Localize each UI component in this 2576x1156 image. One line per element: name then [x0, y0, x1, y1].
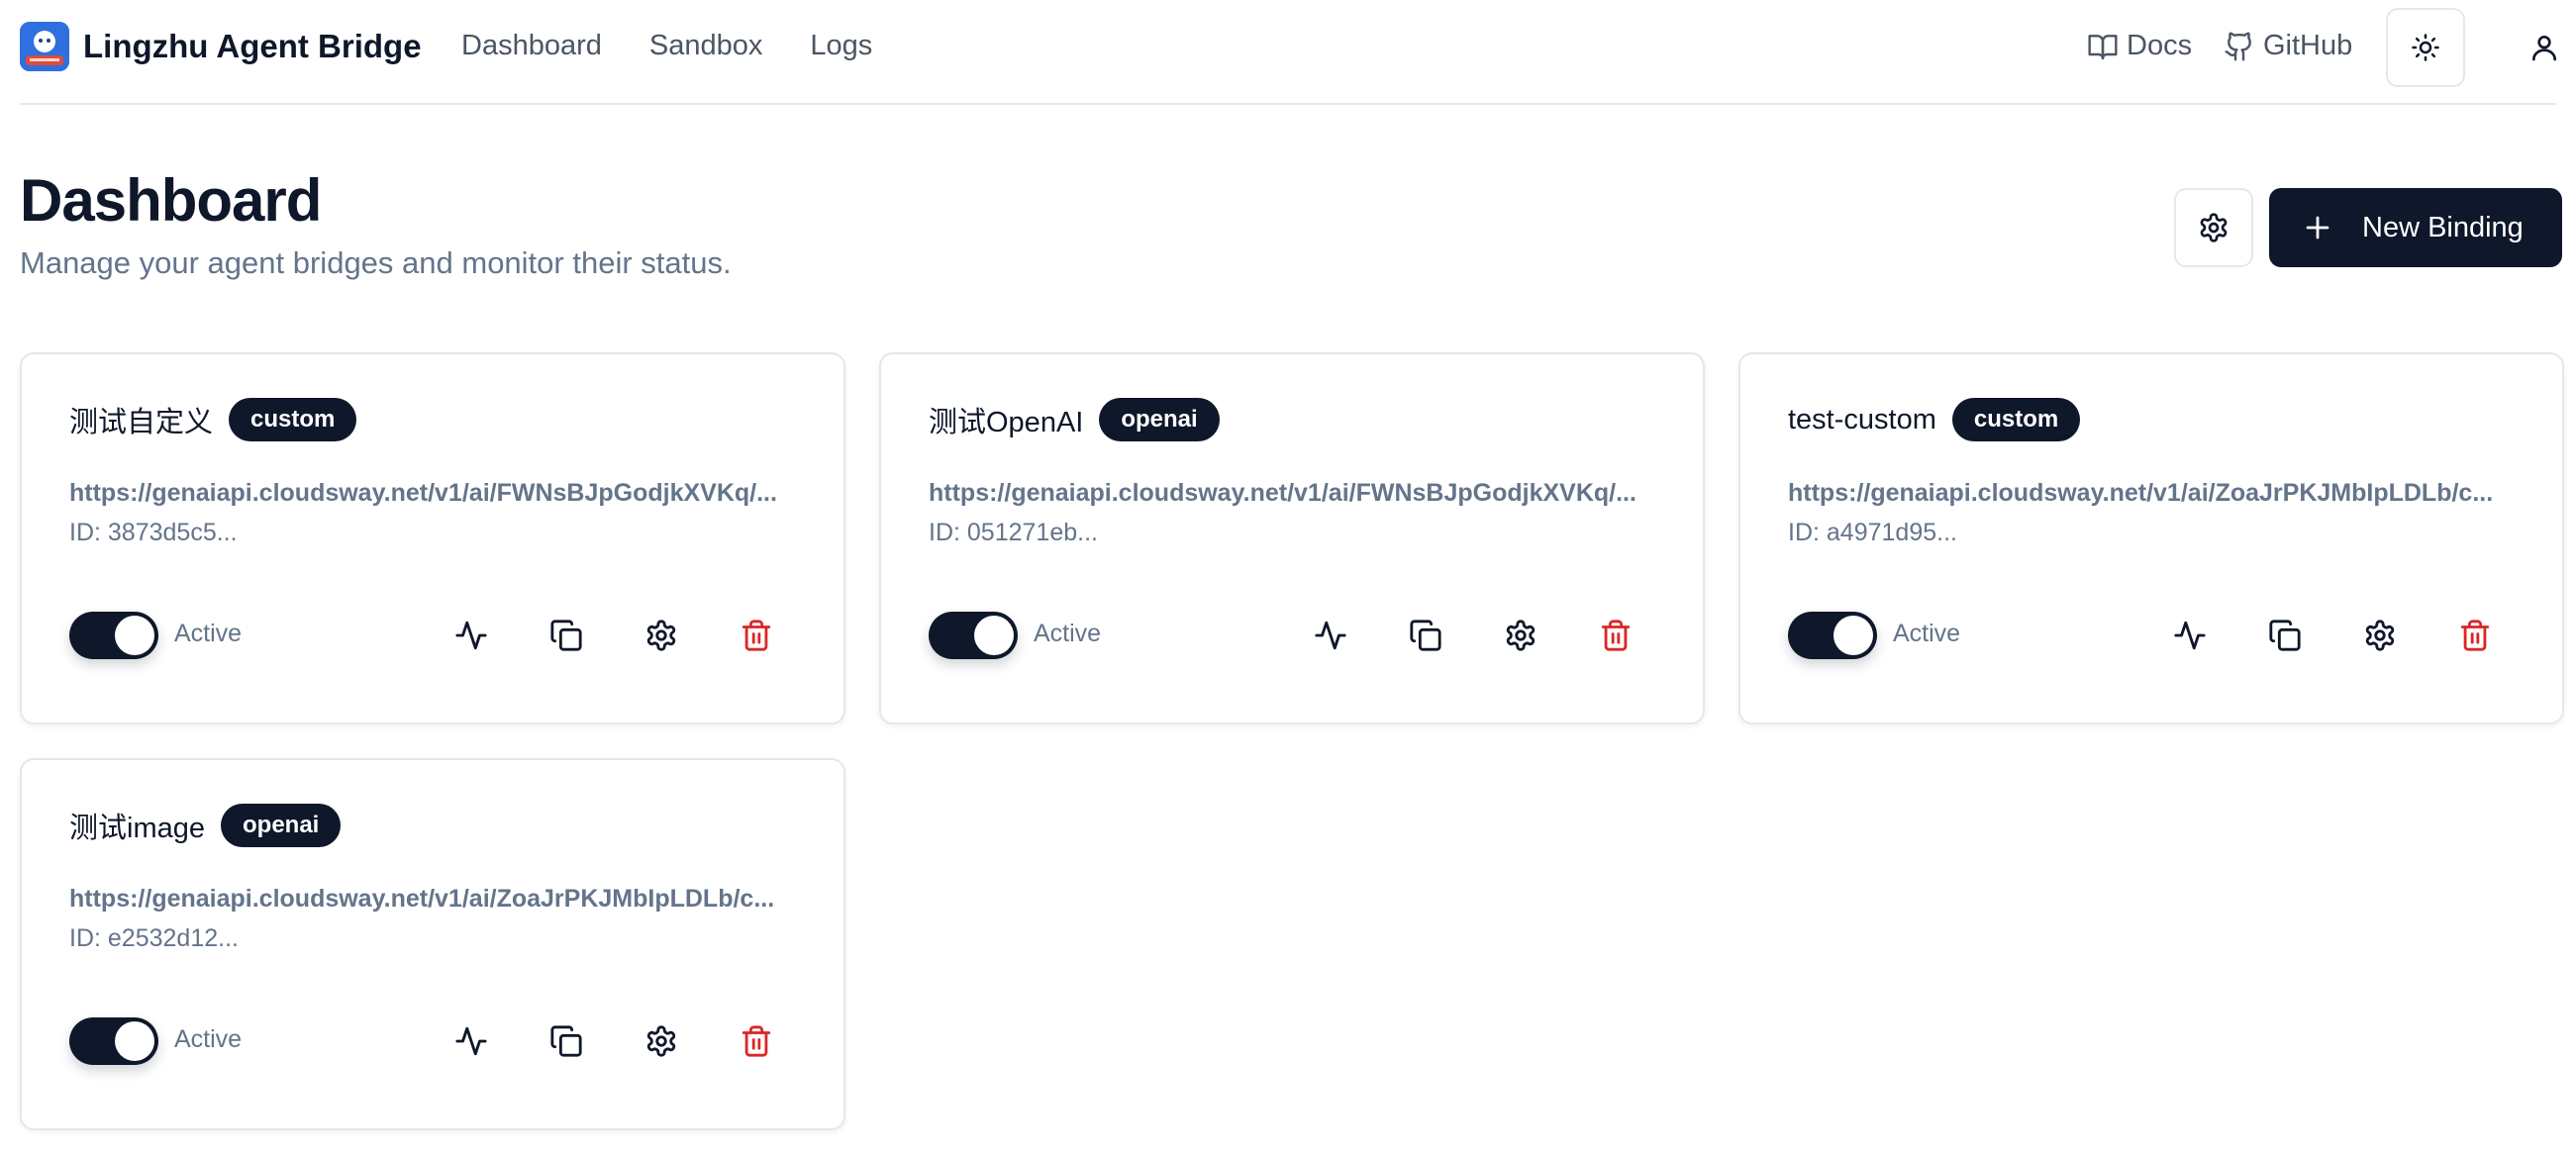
- new-binding-button[interactable]: New Binding: [2269, 188, 2562, 267]
- page-subtitle: Manage your agent bridges and monitor th…: [20, 245, 732, 280]
- status-label: Active: [1893, 620, 1961, 647]
- activity-button[interactable]: [1307, 612, 1354, 659]
- binding-url: https://genaiapi.cloudsway.net/v1/ai/FWN…: [69, 479, 777, 507]
- copy-button[interactable]: [543, 612, 590, 659]
- book-icon: [2088, 34, 2118, 59]
- docs-label: Docs: [2127, 30, 2193, 61]
- binding-card: 测试自定义 custom https://genaiapi.cloudsway.…: [20, 352, 845, 724]
- nav-dashboard[interactable]: Dashboard: [461, 30, 602, 62]
- delete-button[interactable]: [733, 1017, 780, 1065]
- copy-icon: [2269, 620, 2301, 651]
- app-logo[interactable]: [20, 22, 69, 71]
- github-label: GitHub: [2263, 30, 2353, 61]
- card-settings-button[interactable]: [2356, 612, 2404, 659]
- sun-icon: [2412, 34, 2439, 61]
- binding-id: ID: 051271eb...: [929, 519, 1098, 546]
- card-header: 测试OpenAI openai: [929, 398, 1220, 441]
- page-title: Dashboard: [20, 167, 322, 234]
- card-settings-button[interactable]: [1497, 612, 1544, 659]
- plus-icon: [2306, 216, 2329, 240]
- copy-icon: [550, 1025, 582, 1057]
- binding-name: 测试自定义: [69, 407, 214, 438]
- user-icon: [2532, 36, 2556, 61]
- nav-sandbox[interactable]: Sandbox: [649, 30, 763, 62]
- status-label: Active: [174, 1025, 243, 1053]
- card-settings-button[interactable]: [638, 1017, 685, 1065]
- gear-icon: [646, 1025, 676, 1057]
- card-header: 测试自定义 custom: [69, 398, 357, 441]
- active-toggle[interactable]: [1788, 612, 1877, 659]
- new-binding-label: New Binding: [2362, 211, 2524, 243]
- delete-button[interactable]: [2451, 612, 2499, 659]
- card-header: 测试image openai: [69, 804, 342, 847]
- activity-button[interactable]: [447, 1017, 495, 1065]
- binding-type-badge: custom: [229, 398, 357, 441]
- trash-icon: [742, 620, 771, 651]
- global-settings-button[interactable]: [2174, 188, 2253, 267]
- binding-url: https://genaiapi.cloudsway.net/v1/ai/Zoa…: [69, 885, 775, 913]
- binding-type-badge: openai: [1099, 398, 1220, 441]
- trash-icon: [2460, 620, 2490, 651]
- github-link[interactable]: GitHub: [2224, 30, 2352, 62]
- status-label: Active: [1034, 620, 1102, 647]
- docs-link[interactable]: Docs: [2087, 30, 2192, 62]
- gear-icon: [646, 620, 676, 651]
- brand-name[interactable]: Lingzhu Agent Bridge: [83, 28, 422, 65]
- activity-icon: [455, 621, 487, 650]
- activity-icon: [2174, 621, 2206, 650]
- copy-icon: [1410, 620, 1441, 651]
- gear-icon: [2365, 620, 2395, 651]
- binding-card: test-custom custom https://genaiapi.clou…: [1738, 352, 2564, 724]
- copy-button[interactable]: [1402, 612, 1449, 659]
- binding-name: test-custom: [1788, 403, 1936, 435]
- copy-button[interactable]: [543, 1017, 590, 1065]
- nav-logs[interactable]: Logs: [810, 30, 872, 62]
- github-icon: [2225, 31, 2251, 61]
- binding-type-badge: openai: [221, 804, 342, 847]
- active-toggle[interactable]: [69, 612, 158, 659]
- trash-icon: [1601, 620, 1631, 651]
- active-toggle[interactable]: [929, 612, 1018, 659]
- theme-toggle-button[interactable]: [2386, 8, 2465, 87]
- active-toggle[interactable]: [69, 1017, 158, 1065]
- activity-icon: [1315, 621, 1346, 650]
- binding-name: 测试OpenAI: [929, 407, 1084, 438]
- binding-type-badge: custom: [1951, 398, 2081, 441]
- binding-name: 测试image: [69, 813, 205, 844]
- binding-card: 测试OpenAI openai https://genaiapi.cloudsw…: [879, 352, 1705, 724]
- copy-button[interactable]: [2261, 612, 2309, 659]
- user-menu-button[interactable]: [2521, 24, 2568, 71]
- activity-button[interactable]: [447, 612, 495, 659]
- main-nav: Dashboard Sandbox Logs: [461, 30, 872, 62]
- card-settings-button[interactable]: [638, 612, 685, 659]
- card-header: test-custom custom: [1788, 398, 2081, 441]
- binding-id: ID: 3873d5c5...: [69, 519, 238, 546]
- delete-button[interactable]: [733, 612, 780, 659]
- gear-icon: [2200, 213, 2228, 242]
- delete-button[interactable]: [1592, 612, 1639, 659]
- top-header: Lingzhu Agent Bridge Dashboard Sandbox L…: [20, 0, 2556, 105]
- binding-url: https://genaiapi.cloudsway.net/v1/ai/FWN…: [929, 479, 1636, 507]
- activity-button[interactable]: [2166, 612, 2214, 659]
- binding-card: 测试image openai https://genaiapi.cloudswa…: [20, 758, 845, 1130]
- status-label: Active: [174, 620, 243, 647]
- binding-id: ID: a4971d95...: [1788, 519, 1957, 546]
- gear-icon: [1506, 620, 1536, 651]
- trash-icon: [742, 1025, 771, 1057]
- copy-icon: [550, 620, 582, 651]
- activity-icon: [455, 1026, 487, 1056]
- binding-id: ID: e2532d12...: [69, 924, 239, 952]
- binding-url: https://genaiapi.cloudsway.net/v1/ai/Zoa…: [1788, 479, 2494, 507]
